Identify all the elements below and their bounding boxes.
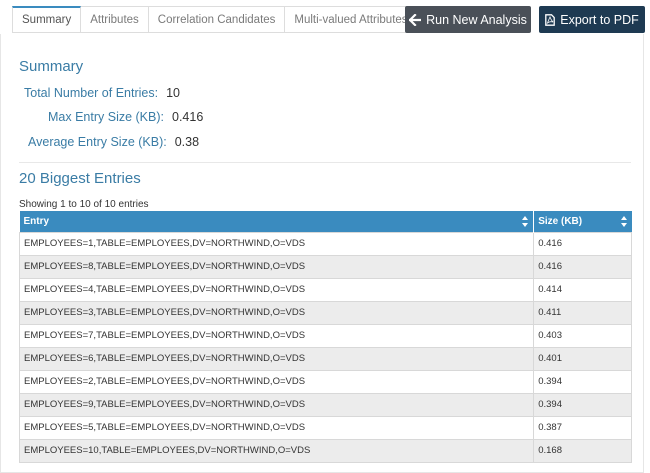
max-entry-size-value: 0.416 (172, 110, 204, 124)
table-row[interactable]: EMPLOYEES=3,TABLE=EMPLOYEES,DV=NORTHWIND… (18, 300, 632, 325)
entry-cell: EMPLOYEES=8,TABLE=EMPLOYEES,DV=NORTHWIND… (18, 254, 535, 279)
table-row[interactable]: EMPLOYEES=10,TABLE=EMPLOYEES,DV=NORTHWIN… (18, 438, 632, 463)
size-cell: 0.394 (533, 369, 632, 394)
tab-bar: Summary Attributes Correlation Candidate… (12, 6, 418, 33)
size-cell: 0.416 (533, 254, 632, 279)
section-divider (19, 162, 631, 163)
column-header-size[interactable]: Size (KB) (533, 211, 632, 232)
column-header-entry-label: Entry (23, 215, 50, 227)
entry-cell: EMPLOYEES=2,TABLE=EMPLOYEES,DV=NORTHWIND… (18, 369, 535, 394)
average-entry-size-row: Average Entry Size (KB): 0.38 (28, 135, 199, 149)
entry-cell: EMPLOYEES=3,TABLE=EMPLOYEES,DV=NORTHWIND… (18, 300, 535, 325)
average-entry-size-label: Average Entry Size (KB): (28, 135, 167, 149)
entry-cell: EMPLOYEES=9,TABLE=EMPLOYEES,DV=NORTHWIND… (18, 392, 535, 417)
size-cell: 0.401 (533, 346, 632, 371)
total-entries-row: Total Number of Entries: 10 (24, 86, 180, 100)
table-row[interactable]: EMPLOYEES=9,TABLE=EMPLOYEES,DV=NORTHWIND… (18, 392, 632, 417)
tab-multi-valued-attributes[interactable]: Multi-valued Attributes (285, 6, 418, 33)
entry-cell: EMPLOYEES=6,TABLE=EMPLOYEES,DV=NORTHWIND… (18, 346, 535, 371)
table-row[interactable]: EMPLOYEES=2,TABLE=EMPLOYEES,DV=NORTHWIND… (18, 369, 632, 394)
arrow-left-icon (409, 13, 422, 26)
tab-attributes[interactable]: Attributes (81, 6, 149, 33)
sort-icon (522, 216, 529, 227)
size-cell: 0.416 (533, 231, 632, 256)
summary-title: Summary (19, 58, 84, 75)
table-row[interactable]: EMPLOYEES=4,TABLE=EMPLOYEES,DV=NORTHWIND… (18, 277, 632, 302)
pdf-file-icon (545, 13, 556, 26)
table-header-row: Entry Size (KB) (19, 211, 632, 232)
column-header-entry[interactable]: Entry (19, 211, 535, 232)
run-new-analysis-label: Run New Analysis (426, 12, 527, 27)
export-to-pdf-button[interactable]: Export to PDF (539, 6, 645, 33)
sort-icon (620, 216, 627, 227)
size-cell: 0.394 (533, 392, 632, 417)
average-entry-size-value: 0.38 (174, 135, 200, 149)
export-to-pdf-label: Export to PDF (560, 12, 639, 27)
entry-cell: EMPLOYEES=1,TABLE=EMPLOYEES,DV=NORTHWIND… (18, 231, 535, 256)
size-cell: 0.403 (533, 323, 632, 348)
table-row[interactable]: EMPLOYEES=5,TABLE=EMPLOYEES,DV=NORTHWIND… (18, 415, 632, 440)
tab-summary[interactable]: Summary (12, 6, 82, 33)
size-cell: 0.387 (533, 415, 632, 440)
table-row[interactable]: EMPLOYEES=7,TABLE=EMPLOYEES,DV=NORTHWIND… (18, 323, 632, 348)
entry-cell: EMPLOYEES=4,TABLE=EMPLOYEES,DV=NORTHWIND… (18, 277, 535, 302)
entry-cell: EMPLOYEES=5,TABLE=EMPLOYEES,DV=NORTHWIND… (18, 415, 535, 440)
max-entry-size-label: Max Entry Size (KB): (48, 110, 164, 124)
table-row[interactable]: EMPLOYEES=8,TABLE=EMPLOYEES,DV=NORTHWIND… (18, 254, 632, 279)
size-cell: 0.168 (533, 438, 632, 463)
tab-correlation-candidates[interactable]: Correlation Candidates (148, 6, 286, 33)
size-cell: 0.411 (533, 300, 632, 325)
top-bar: Summary Attributes Correlation Candidate… (0, 0, 650, 34)
entry-cell: EMPLOYEES=10,TABLE=EMPLOYEES,DV=NORTHWIN… (18, 438, 535, 463)
table-info: Showing 1 to 10 of 10 entries (19, 199, 149, 210)
total-entries-label: Total Number of Entries: (24, 86, 159, 100)
total-entries-value: 10 (166, 86, 180, 100)
size-cell: 0.414 (533, 277, 632, 302)
biggest-entries-title: 20 Biggest Entries (19, 170, 141, 187)
max-entry-size-row: Max Entry Size (KB): 0.416 (48, 110, 203, 124)
entry-cell: EMPLOYEES=7,TABLE=EMPLOYEES,DV=NORTHWIND… (18, 323, 535, 348)
tab-underline (12, 32, 392, 33)
table-row[interactable]: EMPLOYEES=1,TABLE=EMPLOYEES,DV=NORTHWIND… (18, 231, 632, 256)
table-body: EMPLOYEES=1,TABLE=EMPLOYEES,DV=NORTHWIND… (18, 231, 632, 463)
column-header-size-label: Size (KB) (538, 215, 583, 227)
run-new-analysis-button[interactable]: Run New Analysis (405, 6, 531, 33)
biggest-entries-table: Entry Size (KB) EMPLOYEES=1,TABLE=EMPLOY… (18, 211, 632, 463)
table-row[interactable]: EMPLOYEES=6,TABLE=EMPLOYEES,DV=NORTHWIND… (18, 346, 632, 371)
